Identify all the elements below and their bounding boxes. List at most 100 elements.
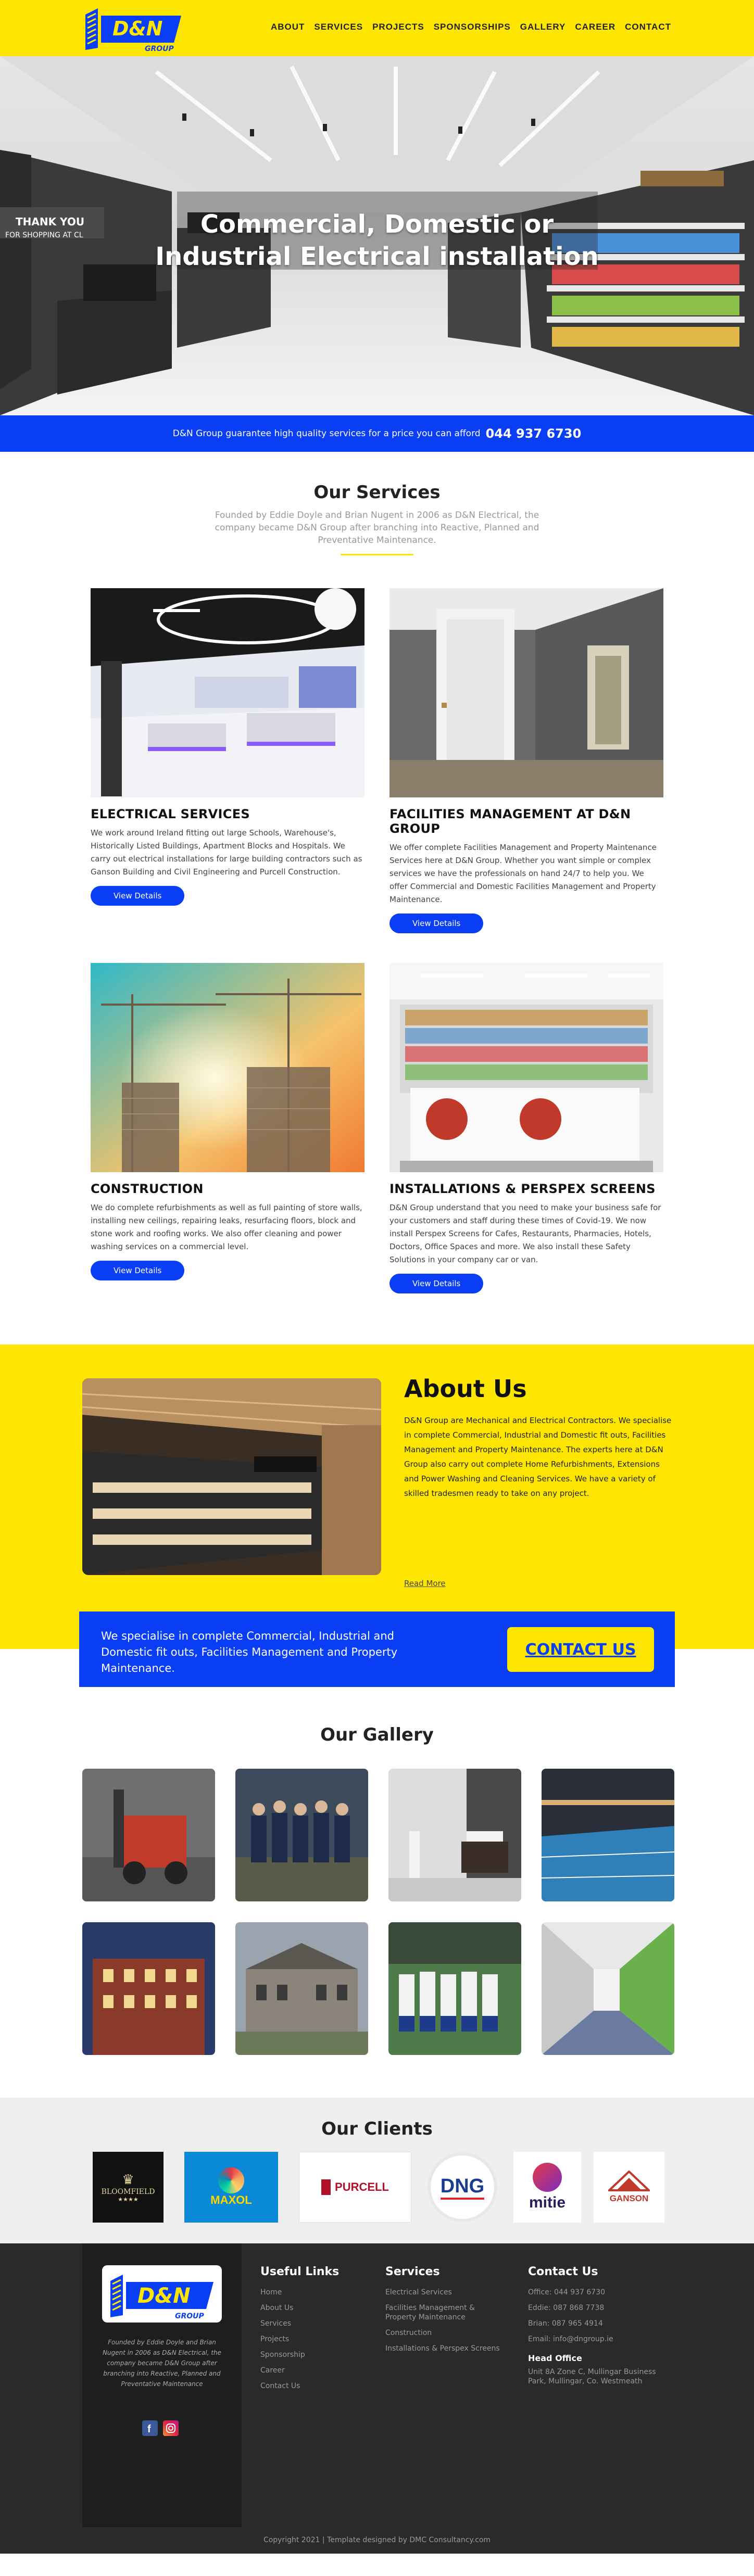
client-logo-purcell[interactable]: PURCELL [299, 2152, 411, 2223]
service-description: We offer complete Facilities Management … [389, 843, 657, 904]
footer-link-services[interactable]: Services [260, 2319, 365, 2328]
clients-title: Our Clients [321, 2118, 433, 2139]
footer-contact: Contact Us Office: 044 937 6730 Eddie: 0… [528, 2265, 663, 2392]
cta-text: We specialise in complete Commercial, In… [101, 1630, 398, 1674]
footer-service-electrical[interactable]: Electrical Services [385, 2288, 500, 2297]
gallery-item[interactable] [388, 1922, 521, 2055]
company-logo[interactable]: D&N GROUP [82, 4, 186, 53]
cta-banner: We specialise in complete Commercial, In… [79, 1611, 675, 1687]
hero-title-line-2: Industrial Electrical installation [155, 242, 599, 271]
about-text: D&N Group are Mechanical and Electrical … [404, 1416, 672, 1498]
footer-useful-links: Useful Links Home About Us Services Proj… [260, 2265, 365, 2397]
view-details-button[interactable]: View Details [389, 913, 484, 933]
gallery-item[interactable] [542, 1769, 674, 1901]
nav-contact[interactable]: CONTACT [620, 22, 676, 32]
client-logo-text: MAXOL [210, 2193, 252, 2206]
footer-logo[interactable]: D&N GROUP [102, 2265, 222, 2323]
service-description: D&N Group understand that you need to ma… [389, 1203, 661, 1264]
view-details-button[interactable]: View Details [91, 1261, 185, 1280]
footer-brand-column: D&N GROUP Founded by Eddie Doyle and Bri… [82, 2243, 242, 2527]
footer-services-title: Services [385, 2265, 440, 2278]
client-logo-maxol[interactable]: MAXOL [184, 2152, 278, 2223]
gallery-item[interactable] [235, 1922, 368, 2055]
svg-text:D&N: D&N [137, 2284, 191, 2308]
footer-service-construction[interactable]: Construction [385, 2328, 500, 2338]
view-details-button[interactable]: View Details [389, 1274, 484, 1293]
nav-gallery[interactable]: GALLERY [516, 22, 571, 32]
footer-services: Services Electrical Services Facilities … [385, 2265, 500, 2359]
service-title: INSTALLATIONS & PERSPEX SCREENS [389, 1182, 656, 1196]
svg-text:f: f [147, 2423, 151, 2435]
social-links: f [142, 2420, 179, 2436]
gallery-item[interactable] [542, 1922, 674, 2055]
facebook-icon[interactable]: f [142, 2420, 158, 2436]
footer-link-home[interactable]: Home [260, 2288, 365, 2297]
client-logo-ganson[interactable]: GANSON [594, 2152, 664, 2223]
svg-text:D&N: D&N [112, 17, 162, 40]
nav-projects[interactable]: PROJECTS [368, 22, 429, 32]
footer-service-facilities[interactable]: Facilities Management & Property Mainten… [385, 2303, 500, 2322]
client-logo-mitie[interactable]: mitie [513, 2152, 581, 2223]
site-header: D&N GROUP ABOUT SERVICES PROJECTS SPONSO… [0, 0, 754, 56]
hero-title-line-1: Commercial, Domestic or [200, 210, 554, 239]
gallery-item[interactable] [235, 1769, 368, 1901]
client-logo-bloomfield[interactable]: ♛ BLOOMFIELD ★★★★ [93, 2152, 164, 2223]
footer-service-installations[interactable]: Installations & Perspex Screens [385, 2344, 500, 2353]
footer-link-projects[interactable]: Projects [260, 2334, 365, 2344]
services-title: Our Services [313, 482, 441, 503]
main-nav: ABOUT SERVICES PROJECTS SPONSORSHIPS GAL… [266, 22, 676, 32]
strip-phone-link[interactable]: 044 937 6730 [486, 426, 582, 441]
svg-text:GROUP: GROUP [175, 2312, 205, 2320]
footer-contact-eddie[interactable]: Eddie: 087 868 7738 [528, 2303, 663, 2313]
read-more-link[interactable]: Read More [404, 1579, 446, 1588]
about-section: About Us D&N Group are Mechanical and El… [0, 1344, 754, 1649]
gallery-item[interactable] [82, 1769, 215, 1901]
service-card-perspex: INSTALLATIONS & PERSPEX SCREENS D&N Grou… [389, 963, 663, 1293]
service-title: FACILITIES MANAGEMENT AT D&N GROUP [389, 807, 631, 836]
footer-link-about[interactable]: About Us [260, 2303, 365, 2313]
svg-text:GROUP: GROUP [145, 45, 174, 52]
nav-career[interactable]: CAREER [570, 22, 620, 32]
service-description: We work around Ireland fitting out large… [91, 828, 362, 877]
about-image [82, 1378, 381, 1575]
view-details-button[interactable]: View Details [91, 886, 185, 906]
service-title: ELECTRICAL SERVICES [91, 807, 250, 821]
nav-sponsorships[interactable]: SPONSORSHIPS [429, 22, 516, 32]
gallery-item[interactable] [388, 1769, 521, 1901]
service-description: We do complete refurbishments as well as… [91, 1203, 362, 1251]
gallery-section: Our Gallery [0, 1649, 754, 2098]
footer-link-career[interactable]: Career [260, 2366, 365, 2375]
footer-contact-brian[interactable]: Brian: 087 965 4914 [528, 2319, 663, 2328]
gallery-title: Our Gallery [320, 1724, 434, 1745]
footer-head-office-address: Unit 8A Zone C, Mullingar Business Park,… [528, 2368, 656, 2385]
footer-contact-title: Contact Us [528, 2265, 598, 2278]
site-footer: D&N GROUP Founded by Eddie Doyle and Bri… [0, 2243, 754, 2554]
instagram-icon[interactable] [163, 2420, 179, 2436]
clients-section: Our Clients ♛ BLOOMFIELD ★★★★ MAXOL PURC… [0, 2098, 754, 2243]
service-image-electrical [91, 588, 365, 797]
footer-link-contact[interactable]: Contact Us [260, 2381, 365, 2391]
hero-title: Commercial, Domestic or Industrial Elect… [0, 208, 754, 273]
service-card-facilities: FACILITIES MANAGEMENT AT D&N GROUP We of… [389, 588, 663, 933]
client-logo-dng[interactable]: DNG [427, 2152, 498, 2223]
footer-contact-email[interactable]: Email: info@dngroup.ie [528, 2334, 663, 2344]
services-subtitle: Founded by Eddie Doyle and Brian Nugent … [215, 510, 539, 545]
footer-useful-links-title: Useful Links [260, 2265, 340, 2278]
client-logos: ♛ BLOOMFIELD ★★★★ MAXOL PURCELL DNG miti… [93, 2152, 664, 2223]
footer-head-office-title: Head Office [528, 2353, 582, 2363]
gallery-grid [82, 1769, 675, 2055]
footer-contact-office[interactable]: Office: 044 937 6730 [528, 2288, 663, 2297]
gallery-item[interactable] [82, 1922, 215, 2055]
nav-about[interactable]: ABOUT [266, 22, 309, 32]
service-image-facilities [389, 588, 663, 797]
service-image-perspex [389, 963, 663, 1172]
hero-banner: THANK YOU FOR SHOPPING AT CL Commercial,… [0, 56, 754, 415]
services-section: Our Services Founded by Eddie Doyle and … [0, 452, 754, 1344]
nav-services[interactable]: SERVICES [309, 22, 368, 32]
client-logo-text: PURCELL [335, 2180, 389, 2193]
footer-link-sponsorship[interactable]: Sponsorship [260, 2350, 365, 2359]
contact-us-button[interactable]: CONTACT US [507, 1627, 654, 1672]
client-logo-text: mitie [529, 2194, 566, 2211]
service-image-construction [91, 963, 365, 1172]
service-card-construction: CONSTRUCTION We do complete refurbishmen… [91, 963, 365, 1280]
